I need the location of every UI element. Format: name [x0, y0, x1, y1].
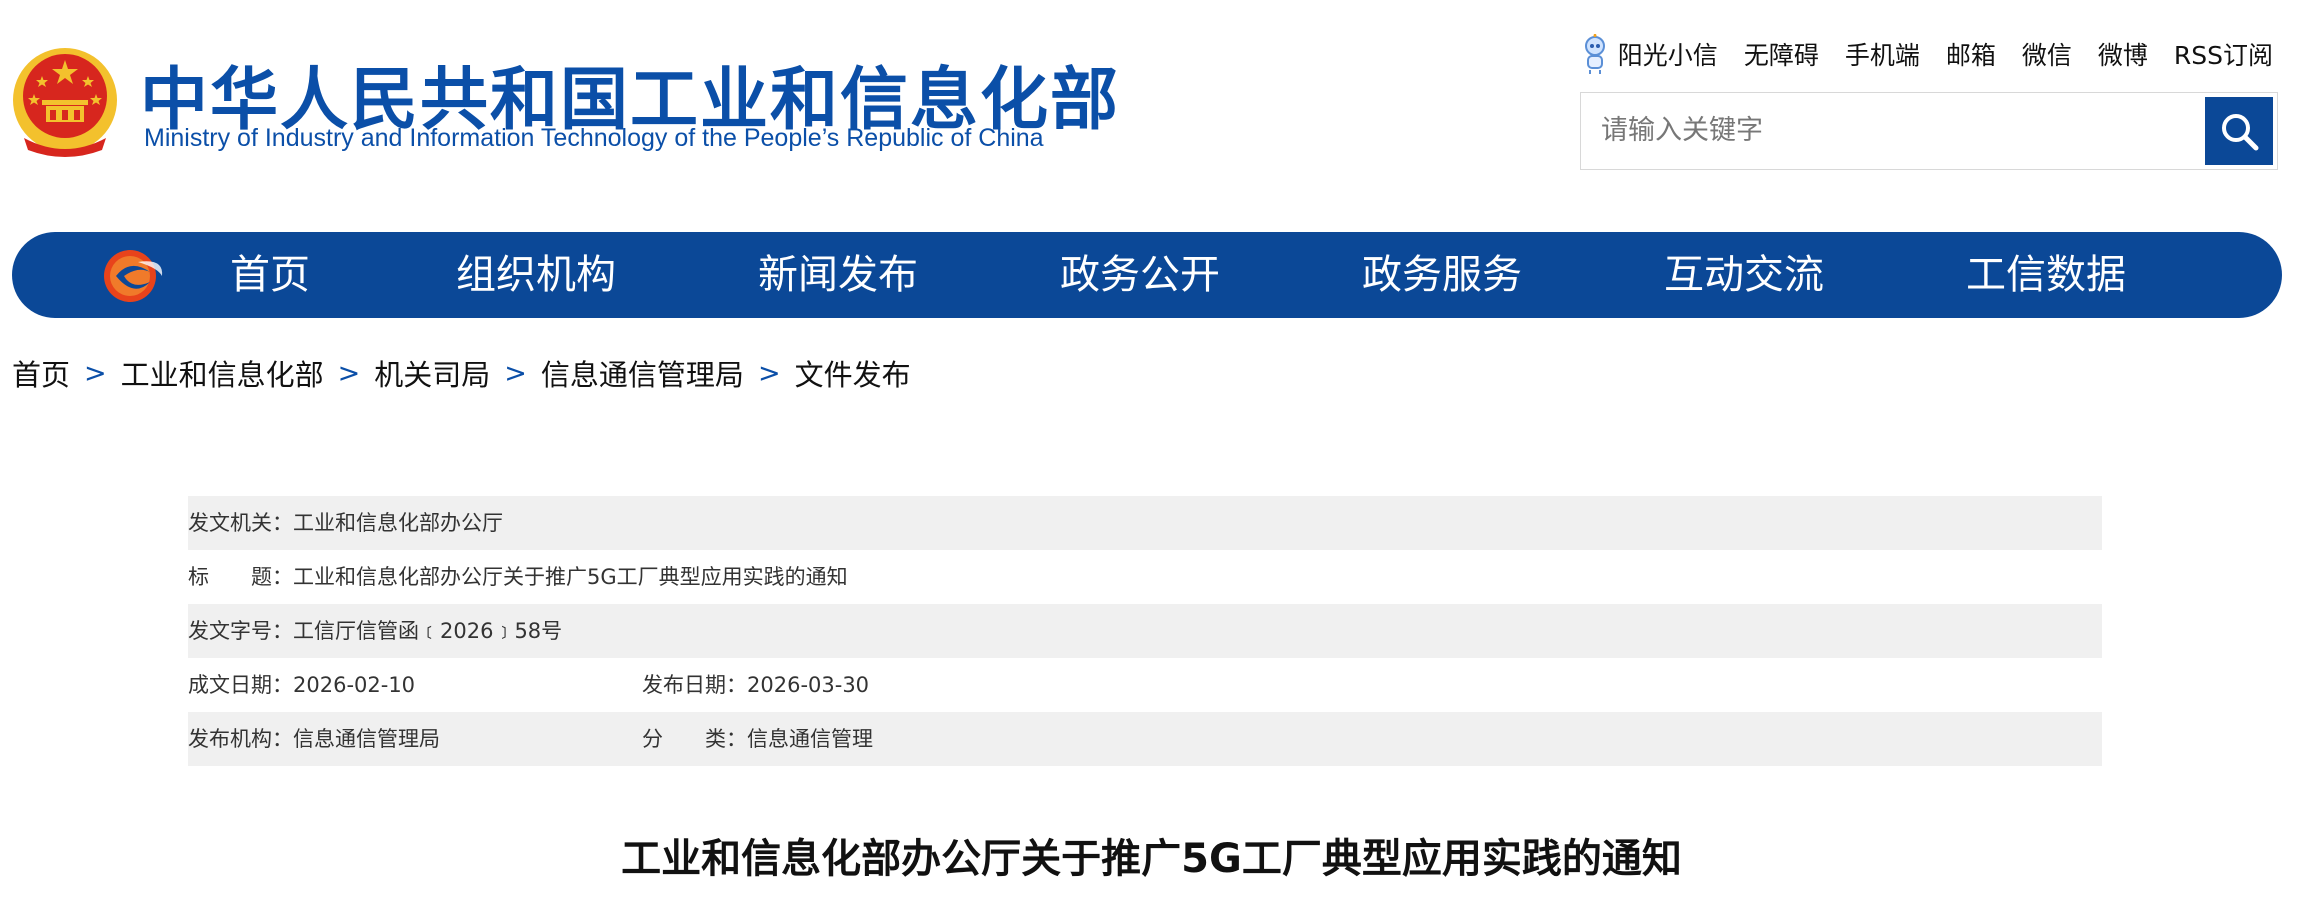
nav-item-gov-services[interactable]: 政务服务: [1362, 232, 1522, 318]
miit-logo-icon[interactable]: [98, 246, 168, 306]
nav-item-organization[interactable]: 组织机构: [456, 232, 616, 318]
rss-link[interactable]: RSS订阅: [2174, 36, 2273, 72]
accessibility-link[interactable]: 无障碍: [1744, 36, 1819, 72]
nav-item-gov-affairs[interactable]: 政务公开: [1060, 232, 1220, 318]
meta-row-issuer: 发文机关：工业和信息化部办公厅: [188, 496, 2102, 550]
site-subtitle: Ministry of Industry and Information Tec…: [144, 124, 1044, 152]
national-emblem-icon[interactable]: [10, 42, 120, 158]
nav-item-data[interactable]: 工信数据: [1966, 232, 2126, 318]
main-nav: 首页 组织机构 新闻发布 政务公开 政务服务 互动交流 工信数据: [12, 232, 2282, 318]
meta-row-publisher: 发布机构：信息通信管理局 分 类：信息通信管理: [188, 712, 2102, 766]
top-links: 阳光小信 无障碍 手机端 邮箱 微信 微博 RSS订阅: [1580, 34, 2273, 74]
meta-created-date: 成文日期：2026-02-10: [188, 673, 416, 697]
search-input[interactable]: [1581, 93, 2181, 167]
meta-issuer: 发文机关：工业和信息化部办公厅: [188, 511, 503, 535]
meta-row-dates: 成文日期：2026-02-10 发布日期：2026-03-30: [188, 658, 2102, 712]
breadcrumb-home[interactable]: 首页: [12, 352, 70, 394]
sunshine-link[interactable]: 阳光小信: [1580, 34, 1718, 74]
search-button[interactable]: [2205, 97, 2273, 165]
document-title: 工业和信息化部办公厅关于推广5G工厂典型应用实践的通知: [621, 836, 1682, 882]
breadcrumb-separator: >: [337, 357, 361, 389]
breadcrumb-documents[interactable]: 文件发布: [795, 352, 911, 394]
breadcrumb-separator: >: [84, 357, 107, 389]
document-meta-table: 发文机关：工业和信息化部办公厅 标 题：工业和信息化部办公厅关于推广5G工厂典型…: [188, 496, 2102, 766]
meta-category: 分 类：信息通信管理: [642, 727, 873, 751]
robot-icon: [1584, 34, 1605, 74]
nav-item-interaction[interactable]: 互动交流: [1664, 232, 1824, 318]
breadcrumb: 首页 > 工业和信息化部 > 机关司局 > 信息通信管理局 > 文件发布: [12, 352, 911, 394]
meta-row-doc-number: 发文字号：工信厅信管函﹝2026﹞58号: [188, 604, 2102, 658]
breadcrumb-miit[interactable]: 工业和信息化部: [121, 352, 324, 394]
wechat-link[interactable]: 微信: [2022, 36, 2072, 72]
sunshine-label: 阳光小信: [1617, 41, 1718, 70]
mailbox-link[interactable]: 邮箱: [1946, 36, 1996, 72]
meta-publish-date: 发布日期：2026-03-30: [642, 673, 870, 697]
weibo-link[interactable]: 微博: [2098, 36, 2148, 72]
search-icon: [2222, 114, 2259, 151]
meta-doc-number: 发文字号：工信厅信管函﹝2026﹞58号: [188, 619, 563, 643]
nav-item-news[interactable]: 新闻发布: [758, 232, 918, 318]
breadcrumb-separator: >: [757, 357, 781, 389]
meta-publisher: 发布机构：信息通信管理局: [188, 727, 440, 751]
breadcrumb-separator: >: [504, 357, 527, 389]
breadcrumb-bureau[interactable]: 信息通信管理局: [541, 352, 744, 394]
search-box: [1580, 92, 2278, 170]
breadcrumb-departments[interactable]: 机关司局: [374, 352, 490, 394]
meta-row-title: 标 题：工业和信息化部办公厅关于推广5G工厂典型应用实践的通知: [188, 550, 2102, 604]
meta-title: 标 题：工业和信息化部办公厅关于推广5G工厂典型应用实践的通知: [188, 565, 848, 589]
site-header: 中华人民共和国工业和信息化部 Ministry of Industry and …: [0, 0, 2303, 220]
nav-item-home[interactable]: 首页: [230, 232, 310, 318]
mobile-link[interactable]: 手机端: [1845, 36, 1920, 72]
